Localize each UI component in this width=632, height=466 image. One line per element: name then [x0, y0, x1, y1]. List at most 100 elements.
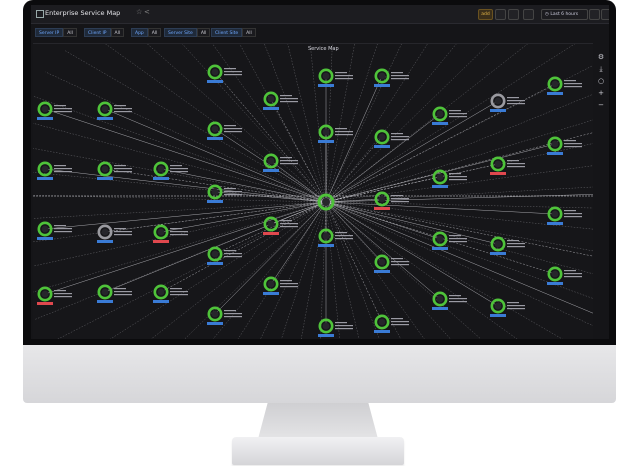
- filter-app[interactable]: App All: [131, 28, 162, 37]
- node-detail-line: [507, 97, 519, 99]
- filter-client-ip[interactable]: Client IP All: [84, 28, 125, 37]
- cog-icon[interactable]: ⚙: [597, 53, 605, 61]
- node-detail-line: [280, 226, 298, 228]
- info-icon[interactable]: ○: [597, 77, 605, 85]
- service-node[interactable]: [263, 153, 298, 172]
- filter-server-ip[interactable]: Server IP All: [35, 28, 77, 37]
- node-detail-line: [449, 173, 461, 175]
- monitor-icon[interactable]: [523, 9, 534, 20]
- service-node[interactable]: [263, 276, 298, 295]
- filter-label: Client Site: [211, 28, 243, 37]
- filter-label: App: [131, 28, 148, 37]
- filter-value[interactable]: All: [63, 28, 77, 37]
- service-node[interactable]: [207, 246, 242, 265]
- zoom-icon[interactable]: [589, 9, 600, 20]
- service-node[interactable]: [97, 101, 132, 120]
- node-detail-line: [114, 234, 132, 236]
- node-detail-line: [449, 295, 461, 297]
- service-node[interactable]: [374, 68, 409, 87]
- service-node[interactable]: [547, 136, 582, 155]
- service-node[interactable]: [490, 93, 525, 112]
- service-node[interactable]: [318, 68, 353, 87]
- service-node[interactable]: [37, 286, 72, 305]
- filter-label: Client IP: [84, 28, 111, 37]
- filter-value[interactable]: All: [242, 28, 256, 37]
- filter-server-site[interactable]: Server Site All: [164, 28, 211, 37]
- node-core: [436, 235, 444, 243]
- node-detail-line: [335, 134, 353, 136]
- node-detail-line: [170, 168, 188, 170]
- imac-monitor: Enterprise Service Map ☆ < add ◷ Last 6 …: [23, 0, 616, 406]
- service-node[interactable]: [263, 216, 298, 235]
- plus-icon[interactable]: +: [597, 89, 605, 97]
- service-node[interactable]: [374, 129, 409, 148]
- time-range-picker[interactable]: ◷ Last 6 hours: [541, 9, 588, 20]
- node-detail-line: [391, 136, 409, 138]
- node-detail-line: [507, 100, 525, 102]
- service-node[interactable]: [318, 318, 353, 337]
- service-node[interactable]: [207, 121, 242, 140]
- service-node[interactable]: [490, 236, 525, 255]
- node-detail-line: [449, 179, 467, 181]
- service-node[interactable]: [207, 184, 242, 203]
- edge: [325, 201, 556, 215]
- service-node[interactable]: [318, 124, 353, 143]
- service-node[interactable]: [153, 284, 188, 303]
- node-detail-line: [170, 171, 188, 173]
- edge: [325, 201, 518, 339]
- node-core: [101, 228, 109, 236]
- service-node[interactable]: [207, 64, 242, 83]
- filter-client-site[interactable]: Client Site All: [211, 28, 256, 37]
- node-core: [378, 195, 386, 203]
- service-node[interactable]: [97, 161, 132, 180]
- service-node[interactable]: [263, 91, 298, 110]
- service-node[interactable]: [432, 291, 467, 310]
- node-detail-line: [507, 302, 519, 304]
- service-node[interactable]: [207, 306, 242, 325]
- save-icon[interactable]: [495, 9, 506, 20]
- node-detail-line: [335, 232, 347, 234]
- service-node[interactable]: [547, 266, 582, 285]
- service-node[interactable]: [97, 284, 132, 303]
- service-node[interactable]: [37, 161, 72, 180]
- star-icon[interactable]: ☆: [136, 8, 142, 16]
- service-node[interactable]: [432, 169, 467, 188]
- service-node[interactable]: [97, 224, 132, 243]
- node-detail-line: [391, 261, 409, 263]
- filter-value[interactable]: All: [110, 28, 125, 37]
- node-detail-line: [280, 286, 298, 288]
- service-node[interactable]: [374, 191, 409, 210]
- service-node[interactable]: [374, 314, 409, 333]
- add-panel-button[interactable]: add: [478, 9, 493, 20]
- collapse-icon[interactable]: [601, 9, 609, 20]
- service-node[interactable]: [153, 161, 188, 180]
- grid-icon[interactable]: [36, 10, 44, 18]
- edge: [325, 201, 593, 299]
- edge: [33, 95, 327, 203]
- node-label-tag: [97, 300, 113, 303]
- dashboard-title[interactable]: Enterprise Service Map: [45, 9, 120, 17]
- node-label-tag: [37, 177, 53, 180]
- service-node[interactable]: [490, 156, 525, 175]
- service-node[interactable]: [490, 298, 525, 317]
- node-label-tag: [374, 84, 390, 87]
- service-node[interactable]: [547, 206, 582, 225]
- node-detail-line: [391, 78, 409, 80]
- edge: [237, 201, 327, 339]
- minus-icon[interactable]: −: [597, 101, 605, 109]
- filter-value[interactable]: All: [147, 28, 162, 37]
- node-detail-line: [224, 191, 242, 193]
- filter-value[interactable]: All: [196, 28, 211, 37]
- node-detail-line: [391, 133, 403, 135]
- node-detail-line: [280, 220, 292, 222]
- service-node[interactable]: [37, 101, 72, 120]
- node-label-tag: [490, 252, 506, 255]
- service-node[interactable]: [153, 224, 188, 243]
- settings-icon[interactable]: [508, 9, 519, 20]
- download-icon[interactable]: ⤓: [597, 65, 605, 73]
- service-node[interactable]: [374, 254, 409, 273]
- share-icon[interactable]: <: [144, 8, 150, 16]
- edge: [320, 201, 327, 339]
- service-map-graph[interactable]: [33, 44, 593, 339]
- service-node[interactable]: [547, 76, 582, 95]
